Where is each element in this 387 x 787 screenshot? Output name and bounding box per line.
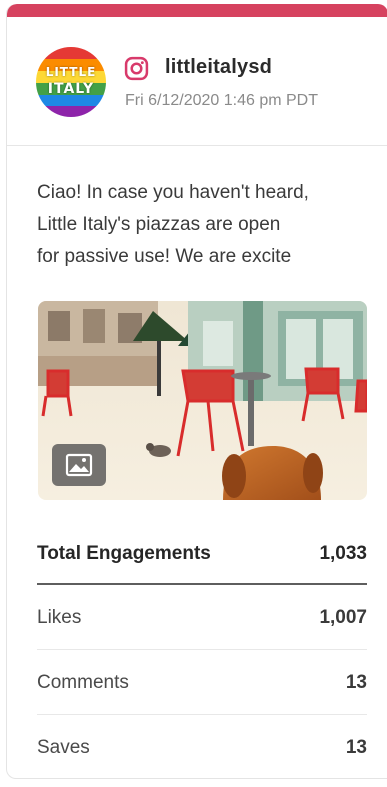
stat-label: Likes — [37, 607, 82, 628]
stat-row-saves: Saves 13 — [37, 715, 367, 778]
stat-label: Saves — [37, 737, 90, 758]
instagram-icon — [124, 56, 149, 81]
media-type-badge[interactable] — [52, 444, 106, 486]
stat-value: 1,007 — [319, 607, 367, 628]
stat-row-comments: Comments 13 — [37, 650, 367, 715]
accent-bar — [7, 4, 387, 17]
caption-line-2: Little Italy's piazzas are open — [37, 214, 281, 235]
avatar[interactable]: LITTLE ITALY — [36, 47, 106, 117]
page: LITTLE ITALY littleitalysd Fri 6/12/2020… — [0, 0, 387, 787]
stat-value: 13 — [345, 672, 367, 693]
engagement-stats: Total Engagements 1,033 Likes 1,007 Comm… — [37, 523, 367, 778]
stat-value: 13 — [345, 737, 367, 758]
stat-value: 1,033 — [319, 543, 367, 564]
caption-line-1: Ciao! In case you haven't heard, — [37, 182, 309, 203]
stat-label: Total Engagements — [37, 543, 211, 564]
avatar-line-1: LITTLE — [45, 65, 97, 79]
stat-label: Comments — [37, 672, 129, 693]
image-icon — [65, 453, 93, 477]
post-caption: Ciao! In case you haven't heard, Little … — [37, 177, 369, 273]
stat-row-total-engagements: Total Engagements 1,033 — [37, 523, 367, 585]
stat-row-likes: Likes 1,007 — [37, 585, 367, 650]
post-date: Fri 6/12/2020 1:46 pm PDT — [125, 92, 318, 109]
account-name[interactable]: littleitalysd — [165, 56, 272, 79]
avatar-line-2: ITALY — [47, 81, 95, 97]
caption-line-3: for passive use! We are excite — [37, 246, 292, 267]
post-card[interactable]: LITTLE ITALY littleitalysd Fri 6/12/2020… — [6, 4, 387, 779]
post-header: LITTLE ITALY littleitalysd Fri 6/12/2020… — [7, 17, 387, 146]
post-image[interactable] — [38, 301, 367, 500]
